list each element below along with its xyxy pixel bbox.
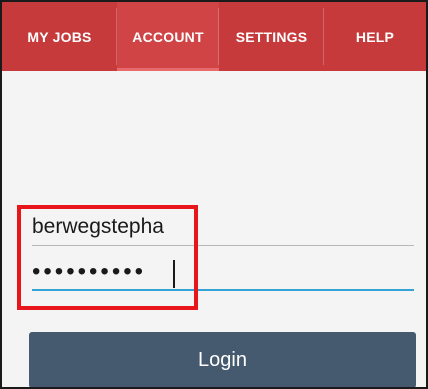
tab-bar: MY JOBS ACCOUNT SETTINGS HELP	[2, 2, 426, 71]
tab-label: SETTINGS	[235, 28, 308, 45]
tab-account[interactable]: ACCOUNT	[117, 2, 219, 71]
login-button-label: Login	[198, 348, 247, 371]
tab-settings[interactable]: SETTINGS	[219, 2, 324, 71]
tab-label: ACCOUNT	[132, 28, 204, 45]
username-underline	[32, 245, 414, 246]
password-input[interactable]	[32, 255, 414, 289]
app-screen: MY JOBS ACCOUNT SETTINGS HELP Login	[0, 0, 428, 389]
tab-label: HELP	[355, 28, 395, 45]
username-field-container	[32, 210, 414, 250]
text-cursor	[173, 260, 175, 288]
login-button[interactable]: Login	[29, 332, 416, 387]
tab-help[interactable]: HELP	[324, 2, 426, 71]
tab-my-jobs[interactable]: MY JOBS	[2, 2, 117, 71]
username-input[interactable]	[32, 210, 414, 244]
password-field-container	[32, 255, 414, 295]
password-underline	[32, 289, 414, 291]
tab-label: MY JOBS	[27, 28, 92, 45]
